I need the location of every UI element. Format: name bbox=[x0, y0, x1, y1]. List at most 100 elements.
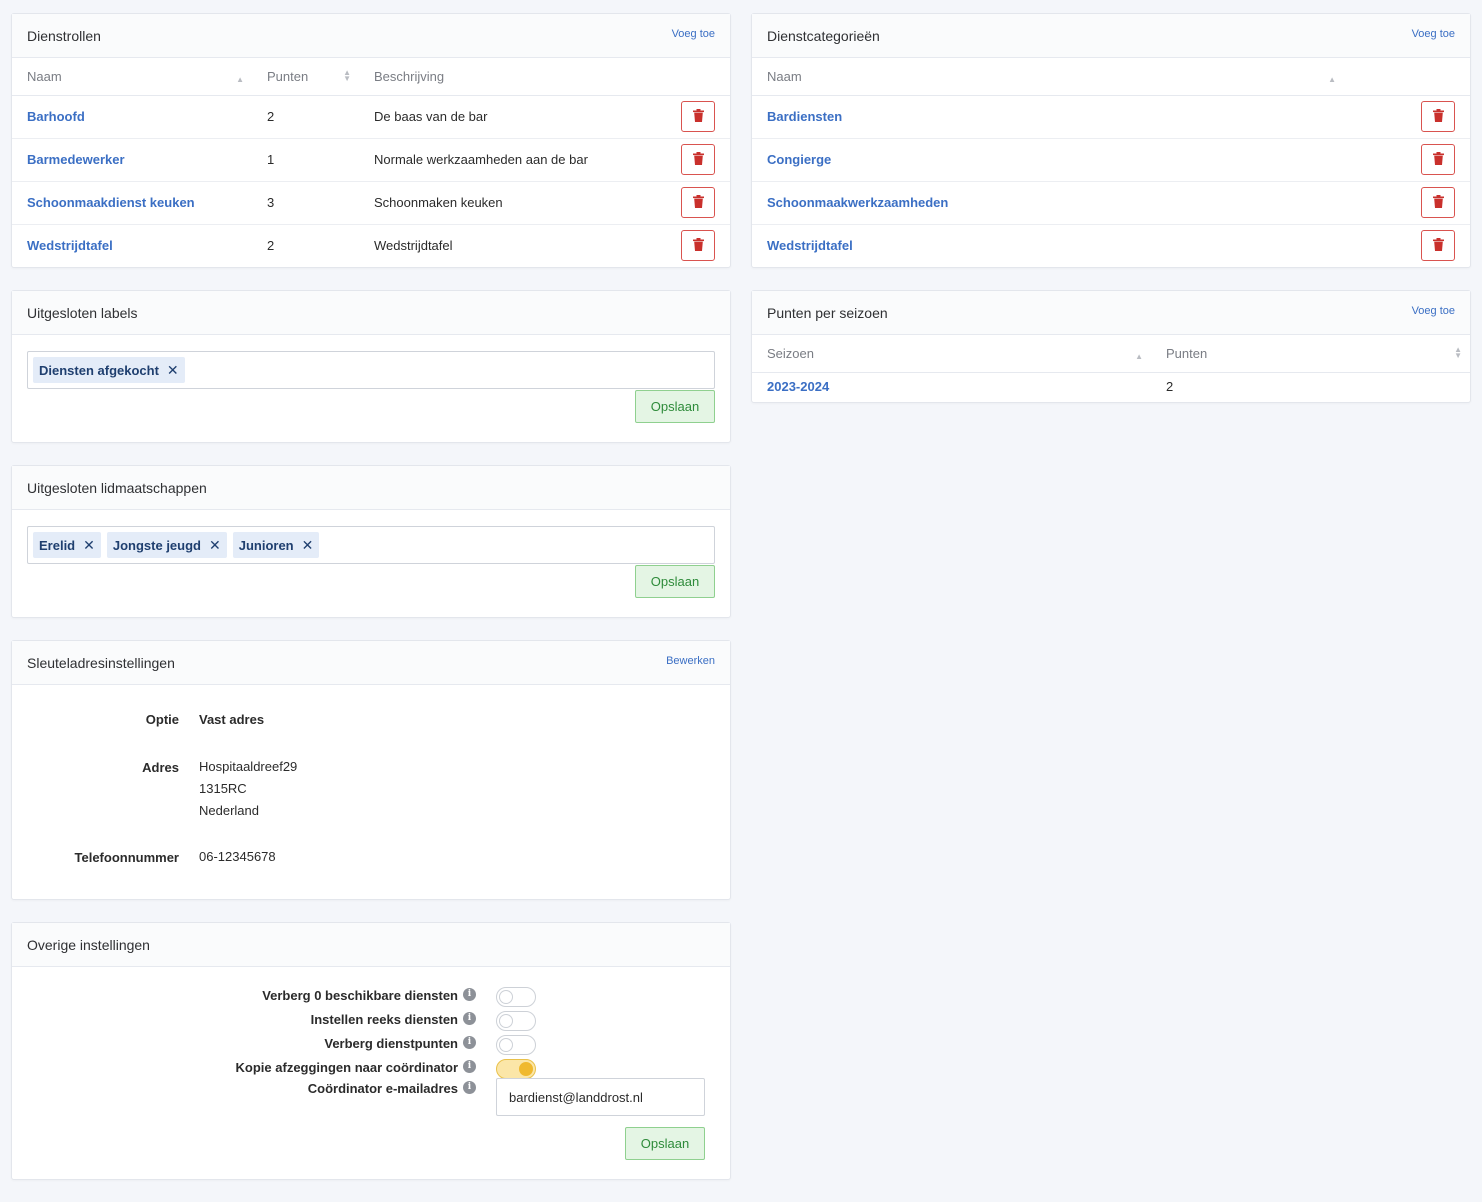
punten-value: 2 bbox=[267, 238, 275, 254]
adres-label: Adres bbox=[142, 760, 179, 775]
delete-button[interactable] bbox=[1421, 101, 1455, 132]
dienstrol-link[interactable]: Barhoofd bbox=[27, 109, 85, 124]
info-icon[interactable]: i bbox=[463, 1081, 476, 1094]
delete-button[interactable] bbox=[1421, 187, 1455, 218]
add-button[interactable]: Voeg toe bbox=[672, 28, 715, 40]
overige-instellingen-panel: Overige instellingen Verberg 0 beschikba… bbox=[11, 922, 731, 1180]
beschrijving-value: Normale werkzaamheden aan de bar bbox=[359, 138, 666, 182]
categorie-link[interactable]: Bardiensten bbox=[767, 109, 842, 124]
trash-icon bbox=[1432, 151, 1444, 168]
telefoon-label: Telefoonnummer bbox=[74, 850, 180, 865]
sort-icon: ▲ ▼ bbox=[1454, 345, 1462, 360]
save-button[interactable]: Opslaan bbox=[635, 565, 715, 598]
column-header-punten[interactable]: Punten ▲ ▼ bbox=[252, 58, 359, 96]
trash-icon bbox=[692, 237, 704, 254]
toggle-knob bbox=[499, 1014, 513, 1028]
toggle-switch[interactable] bbox=[496, 1011, 536, 1031]
column-header-seizoen[interactable]: Seizoen ▲ bbox=[752, 335, 1151, 373]
table-row: Bardiensten bbox=[752, 95, 1470, 139]
panel-header: Punten per seizoen Voeg toe bbox=[752, 291, 1470, 335]
setting-label: Coördinator e-mailadres bbox=[307, 1081, 458, 1096]
setting-row: Verberg 0 beschikbare diensten i bbox=[12, 985, 712, 1007]
column-header-naam[interactable]: Naam ▲ bbox=[12, 58, 252, 96]
categorie-link[interactable]: Congierge bbox=[767, 152, 831, 167]
optie-value: Vast adres bbox=[199, 712, 265, 727]
optie-label: Optie bbox=[145, 712, 179, 727]
table-row: Schoonmaakwerkzaamheden bbox=[752, 181, 1470, 225]
panel-header: Sleuteladresinstellingen Bewerken bbox=[12, 641, 730, 685]
info-icon[interactable]: i bbox=[463, 1012, 476, 1025]
dienstcategorieen-panel: Dienstcategorieën Voeg toe Naam ▲ Bardien… bbox=[751, 13, 1471, 268]
column-header-punten[interactable]: Punten ▲ ▼ bbox=[1151, 335, 1470, 373]
close-icon[interactable]: ✕ bbox=[83, 537, 95, 554]
panel-header: Dienstcategorieën Voeg toe bbox=[752, 14, 1470, 58]
beschrijving-value: Schoonmaken keuken bbox=[359, 181, 666, 225]
beschrijving-value: De baas van de bar bbox=[359, 95, 666, 139]
sort-asc-icon: ▲ bbox=[1328, 75, 1336, 84]
setting-row: Instellen reeks diensten i bbox=[12, 1009, 712, 1031]
uitgesloten-labels-panel: Uitgesloten labels Diensten afgekocht ✕ O… bbox=[11, 290, 731, 443]
punten-value: 2 bbox=[252, 95, 359, 139]
toggle-switch[interactable] bbox=[496, 1059, 536, 1079]
panel-header: Uitgesloten labels bbox=[12, 291, 730, 335]
add-button[interactable]: Voeg toe bbox=[1412, 305, 1455, 317]
labels-tag-input[interactable]: Diensten afgekocht ✕ bbox=[27, 351, 715, 389]
setting-label: Kopie afzeggingen naar coördinator bbox=[235, 1060, 458, 1075]
dienstrol-link[interactable]: Wedstrijdtafel bbox=[27, 238, 113, 253]
tag: Jongste jeugd ✕ bbox=[106, 532, 227, 558]
panel-header: Overige instellingen bbox=[12, 923, 730, 967]
table-row: Schoonmaakdienst keuken 3 Schoonmaken keuk… bbox=[12, 181, 730, 225]
toggle-switch[interactable] bbox=[496, 1035, 536, 1055]
panel-title: Uitgesloten lidmaatschappen bbox=[27, 479, 207, 496]
panel-title: Sleuteladresinstellingen bbox=[27, 654, 175, 671]
categorie-link[interactable]: Schoonmaakwerkzaamheden bbox=[767, 195, 948, 210]
punten-value: 1 bbox=[252, 138, 359, 182]
lidmaatschappen-tag-input[interactable]: Erelid ✕ Jongste jeugd ✕ Junioren ✕ bbox=[27, 526, 715, 564]
edit-button[interactable]: Bewerken bbox=[666, 655, 715, 667]
table-row: Barmedewerker 1 Normale werkzaamheden aan … bbox=[12, 138, 730, 182]
table-row: Congierge bbox=[752, 138, 1470, 182]
adres-value: Hospitaaldreef29 1315RC Nederland bbox=[199, 759, 298, 818]
save-button[interactable]: Opslaan bbox=[635, 390, 715, 423]
close-icon[interactable]: ✕ bbox=[209, 537, 221, 554]
email-setting-row: Coördinator e-mailadres i bbox=[12, 1078, 712, 1118]
setting-label: Verberg dienstpunten bbox=[324, 1036, 458, 1051]
delete-button[interactable] bbox=[1421, 144, 1455, 175]
telefoon-value: 06-12345678 bbox=[199, 849, 276, 864]
delete-button[interactable] bbox=[681, 101, 715, 132]
close-icon[interactable]: ✕ bbox=[302, 537, 314, 554]
panel-header: Dienstrollen Voeg toe bbox=[12, 14, 730, 58]
dienstrol-link[interactable]: Barmedewerker bbox=[27, 152, 125, 167]
punten-value: 3 bbox=[252, 181, 359, 225]
delete-button[interactable] bbox=[681, 230, 715, 262]
delete-button[interactable] bbox=[681, 144, 715, 175]
delete-button[interactable] bbox=[681, 187, 715, 218]
close-icon[interactable]: ✕ bbox=[167, 362, 179, 379]
seizoen-link[interactable]: 2023-2024 bbox=[767, 379, 829, 394]
dienstrol-link[interactable]: Schoonmaakdienst keuken bbox=[27, 195, 195, 210]
delete-button[interactable] bbox=[1421, 230, 1455, 262]
sort-asc-icon: ▲ bbox=[236, 75, 244, 84]
tag: Diensten afgekocht ✕ bbox=[33, 357, 185, 383]
column-header-naam[interactable]: Naam ▲ bbox=[752, 58, 1406, 96]
table-row: Wedstrijdtafel 2 Wedstrijdtafel bbox=[12, 224, 730, 267]
trash-icon bbox=[692, 151, 704, 168]
table-row: Barhoofd 2 De baas van de bar bbox=[12, 95, 730, 139]
info-icon[interactable]: i bbox=[463, 1060, 476, 1073]
panel-title: Overige instellingen bbox=[27, 936, 150, 953]
toggle-knob bbox=[519, 1062, 533, 1076]
setting-label: Instellen reeks diensten bbox=[310, 1012, 458, 1027]
toggle-switch[interactable] bbox=[496, 987, 536, 1007]
categorie-link[interactable]: Wedstrijdtafel bbox=[767, 238, 853, 253]
trash-icon bbox=[692, 108, 704, 125]
setting-label: Verberg 0 beschikbare diensten bbox=[262, 988, 458, 1003]
save-button[interactable]: Opslaan bbox=[625, 1127, 705, 1160]
dienstrollen-panel: Dienstrollen Voeg toe Naam ▲ Punten ▲ ▼ Bes… bbox=[11, 13, 731, 268]
info-icon[interactable]: i bbox=[463, 988, 476, 1001]
sort-asc-icon: ▲ bbox=[1135, 352, 1143, 361]
panel-title: Uitgesloten labels bbox=[27, 304, 138, 321]
email-field[interactable] bbox=[496, 1078, 705, 1116]
info-icon[interactable]: i bbox=[463, 1036, 476, 1049]
add-button[interactable]: Voeg toe bbox=[1412, 28, 1455, 40]
trash-icon bbox=[1432, 194, 1444, 211]
